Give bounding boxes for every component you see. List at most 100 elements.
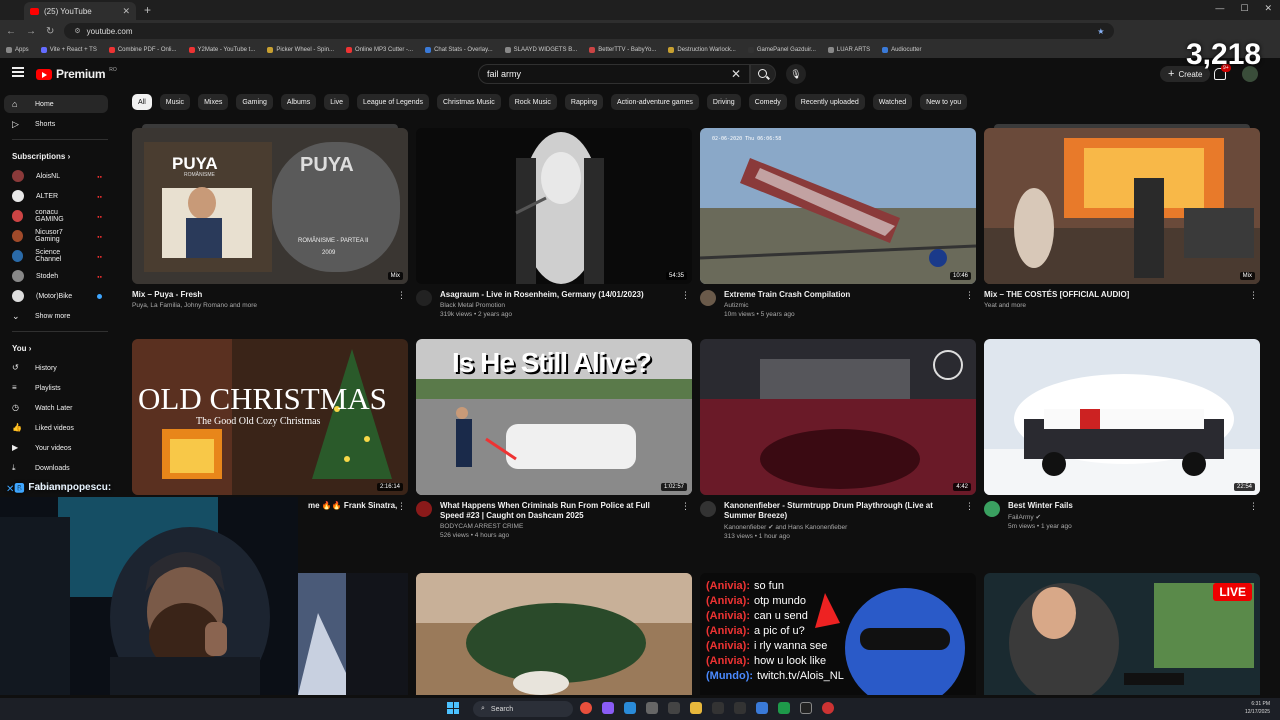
chip-music[interactable]: Music [159,94,191,110]
site-info-icon[interactable]: ⚙ [74,27,80,35]
chip-gaming[interactable]: Gaming [236,94,273,110]
new-tab-icon[interactable]: + [144,3,151,17]
bookmark-item[interactable]: Chat Stats - Overlay... [425,47,493,53]
video-thumbnail[interactable]: Mix PUYA ROMÂNISME PUYA ROMÂNISME - PARTEA I… [132,128,408,284]
bookmark-item[interactable]: Y2Mate - YouTube t... [188,47,255,53]
bookmark-item[interactable]: SLAAYD WIDGETS B... [504,47,577,53]
show-more-button[interactable]: ⌄ Show more [4,307,108,325]
video-card[interactable]: 54:35 Asagraum - Live in Rosenheim, Germa… [416,128,692,318]
discord-icon[interactable] [602,702,614,714]
opera-icon[interactable] [822,702,834,714]
bookmark-item[interactable]: Picker Wheel - Spin... [267,47,334,53]
video-card[interactable]: 4:42 Kanonenfieber - Sturmtrupp Drum Play… [700,339,976,540]
chip-league-of-legends[interactable]: League of Legends [357,94,429,110]
search-input[interactable]: fail army ✕ [478,64,750,84]
bookmark-item[interactable]: LUAR ARTS [827,47,870,53]
video-title[interactable]: What Happens When Criminals Run From Pol… [440,501,672,521]
video-channel[interactable]: Puya, La Familia, Johny Romano and more [132,302,257,309]
video-thumbnail[interactable]: 1:02:57 Is He Still Alive? [416,339,692,495]
video-title[interactable]: Kanonenfieber - Sturmtrupp Drum Playthro… [724,501,956,521]
chip-new-to-you[interactable]: New to you [920,94,968,110]
sidebar-item-liked-videos[interactable]: 👍 Liked videos [4,419,108,437]
chip-watched[interactable]: Watched [872,94,913,110]
more-actions-icon[interactable]: ⋮ [397,290,406,301]
bookmark-item[interactable]: Combine PDF - Onli... [108,47,177,53]
excel-icon[interactable] [778,702,790,714]
channel-avatar[interactable] [416,290,432,306]
channel-avatar[interactable] [984,501,1000,517]
sidebar-item-shorts[interactable]: ▷ Shorts [4,115,108,133]
video-thumbnail[interactable]: 4:42 [700,339,976,495]
video-thumbnail-chat[interactable]: (Anivia): so fun (Anivia): otp mundo (Anivia… [700,573,976,695]
chip-rapping[interactable]: Rapping [564,94,603,110]
url-field[interactable]: ⚙ youtube.com ★ [64,23,1115,39]
bookmark-star-icon[interactable]: ★ [1097,27,1104,36]
chip-recently-uploaded[interactable]: Recently uploaded [794,94,865,110]
capcut-icon[interactable] [734,702,746,714]
sidebar-item-home[interactable]: ⌂ Home [4,95,108,113]
youtube-logo[interactable]: Premium RO [36,67,117,81]
bookmark-item[interactable]: Online MP3 Cutter -... [346,47,413,53]
more-actions-icon[interactable]: ⋮ [681,290,690,301]
chip-live[interactable]: Live [324,94,350,110]
bookmark-item[interactable]: Audiocutter [882,47,921,53]
app-icon[interactable] [646,702,658,714]
video-title[interactable]: Mix – Puya - Fresh [132,290,257,300]
video-channel[interactable]: BODYCAM ARREST CRIME [440,523,672,530]
video-card[interactable]: 10:46 02-06-2020 Thu 06:06:58 Extreme Trai… [700,128,976,318]
back-icon[interactable]: ← [6,26,16,37]
you-heading[interactable]: You › [12,344,31,353]
reload-icon[interactable]: ↻ [46,26,54,37]
app-icon-2[interactable] [800,702,812,714]
bookmark-item[interactable]: Destruction Warlock... [668,47,736,53]
chip-albums[interactable]: Albums [280,94,317,110]
video-thumbnail[interactable]: 2:16:14 OLD CHRISTMAS The Good Old Cozy Ch… [132,339,408,495]
subscription-item[interactable]: Science Channel ●● [4,247,108,265]
sidebar-item-downloads[interactable]: ⤓ Downloads [4,459,108,477]
clear-search-icon[interactable]: ✕ [731,67,741,81]
bookmark-item[interactable]: Apps [6,47,29,53]
video-channel[interactable]: Black Metal Promotion [440,302,644,309]
subscription-item[interactable]: (Motor)Bike [4,287,108,305]
more-actions-icon[interactable]: ⋮ [1249,501,1258,512]
more-actions-icon[interactable]: ⋮ [681,501,690,512]
video-card[interactable]: 22:54 Best Winter Fails FailArmy ✔ 5m views… [984,339,1260,530]
video-thumbnail[interactable]: 10:46 02-06-2020 Thu 06:06:58 [700,128,976,284]
windows-start-icon[interactable] [447,702,459,714]
search-button[interactable] [750,64,776,84]
forward-icon[interactable]: → [26,26,36,37]
terminal-icon[interactable] [668,702,680,714]
chip-action-adventure-games[interactable]: Action-adventure games [611,94,699,110]
more-actions-icon[interactable]: ⋮ [965,501,974,512]
subscription-item[interactable]: ALTER ●● [4,187,108,205]
video-card[interactable]: Mix Mix – THE COSTÉS [OFFICIAL AUDIO] Yeat… [984,124,1260,311]
bookmark-item[interactable]: GamePanel Gazduir... [747,47,816,53]
chrome-icon[interactable] [580,702,592,714]
obs-icon[interactable] [712,702,724,714]
chip-all[interactable]: All [132,94,152,110]
bookmark-item[interactable]: Vite + React + TS [40,47,97,53]
sidebar-item-watch-later[interactable]: ◷ Watch Later [4,399,108,417]
partial-thumbnail[interactable] [298,573,408,695]
bookmark-item[interactable]: BetterTTV - BabyYo... [589,47,656,53]
video-title[interactable]: Best Winter Fails [1008,501,1073,511]
sidebar-item-playlists[interactable]: ≡ Playlists [4,379,108,397]
folder-icon[interactable] [690,702,702,714]
channel-avatar[interactable] [700,290,716,306]
video-channel[interactable]: Yeat and more [984,302,1129,309]
browser-tab[interactable]: (25) YouTube ✕ [24,2,136,20]
system-clock[interactable]: 6:31 PM 12/17/2025 [1245,700,1270,716]
close-window-icon[interactable]: ✕ [1264,3,1272,14]
sidebar-item-your-videos[interactable]: ▶ Your videos [4,439,108,457]
video-channel[interactable]: Kanonenfieber ✔ and Hans Kanonenfieber [724,523,956,531]
video-title[interactable]: Mix – THE COSTÉS [OFFICIAL AUDIO] [984,290,1129,300]
chip-christmas-music[interactable]: Christmas Music [437,94,501,110]
video-channel[interactable]: Autizmic [724,302,850,309]
chip-driving[interactable]: Driving [706,94,741,110]
video-thumbnail-live[interactable]: LIVE [984,573,1260,695]
chip-rock-music[interactable]: Rock Music [508,94,557,110]
chip-mixes[interactable]: Mixes [198,94,229,110]
voice-search-icon[interactable]: 🎙 [786,64,806,84]
video-card[interactable]: 1:02:57 Is He Still Alive? What Happens Wh… [416,339,692,539]
video-thumbnail[interactable]: 54:35 [416,128,692,284]
